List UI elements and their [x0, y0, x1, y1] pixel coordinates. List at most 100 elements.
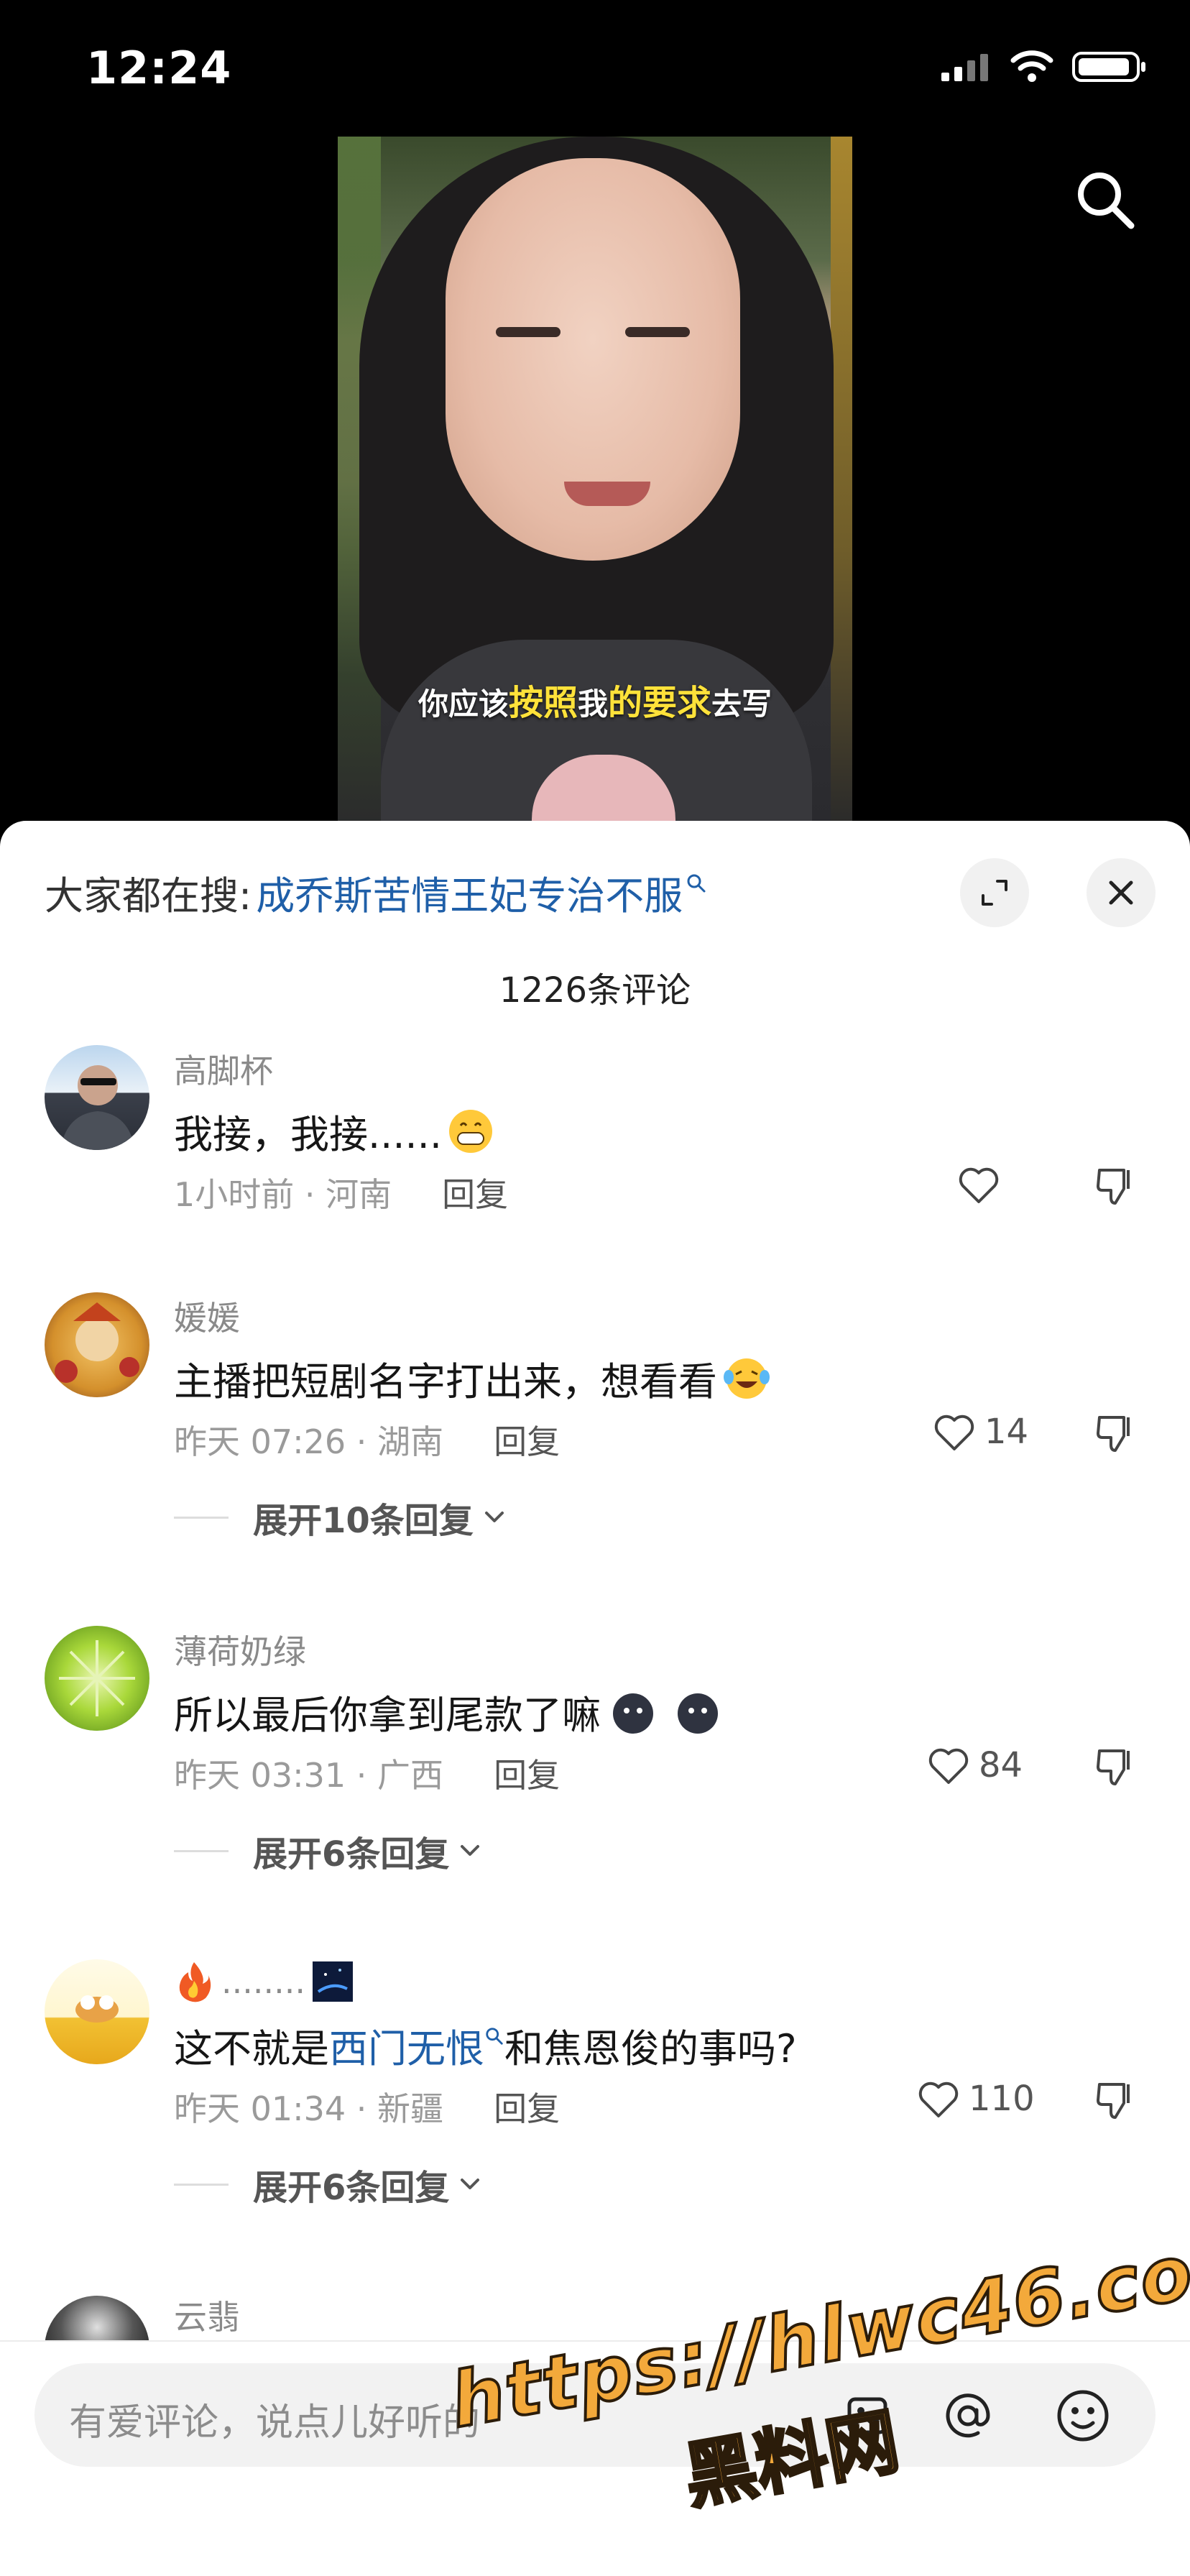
- comment-time-location: 昨天 03:31 · 广西: [174, 1756, 444, 1795]
- avatar-image: [55, 1302, 139, 1383]
- comment-time-location: 昨天 01:34 · 新疆: [174, 2089, 444, 2128]
- comment-username[interactable]: 高脚杯: [174, 1045, 273, 1092]
- video-person-eye: [625, 327, 690, 337]
- comment-username[interactable]: 云翡: [174, 2291, 240, 2339]
- comment-text: 主播把短剧名字打出来，想看看: [174, 1350, 770, 1407]
- video-subtitle: 你应该按照我的要求去写: [338, 674, 852, 724]
- trending-link[interactable]: 成乔斯苦情王妃专治不服: [256, 864, 683, 921]
- avatar-image: [60, 1065, 135, 1150]
- comment-username[interactable]: 媛媛: [174, 1292, 240, 1340]
- mention-button[interactable]: [937, 2385, 999, 2447]
- comment-input-placeholder: 有爱评论，说点儿好听的: [69, 2401, 481, 2444]
- smiley-icon: [1057, 2390, 1109, 2442]
- comment-time-location: 昨天 07:26 · 湖南: [174, 1422, 444, 1461]
- heart-icon: [918, 2082, 959, 2117]
- heart-icon: [934, 1414, 974, 1450]
- grin-emoji-icon: [449, 1109, 492, 1153]
- subtitle-highlight: 的要求: [608, 683, 712, 723]
- comment-text-content: 我接，我接......: [174, 1112, 442, 1157]
- subtitle-highlight: 按照: [508, 683, 578, 723]
- reply-button[interactable]: 回复: [494, 1416, 560, 1463]
- reply-button[interactable]: 回复: [494, 1749, 560, 1797]
- space-badge-icon: [312, 1961, 353, 2002]
- comment-text-content: 所以最后你拿到尾款了嘛: [174, 1693, 601, 1738]
- expand-replies-label: 展开10条回复: [253, 1501, 474, 1541]
- emoji-button[interactable]: [1052, 2385, 1114, 2447]
- dark-blob-emoji-icon: [678, 1693, 718, 1734]
- cellular-signal-icon: [941, 54, 988, 81]
- trending-label: 大家都在搜:: [45, 873, 252, 919]
- status-time: 12:24: [86, 42, 232, 94]
- video-person-face: [446, 158, 740, 561]
- comment-text: 所以最后你拿到尾款了嘛: [174, 1683, 723, 1740]
- close-button[interactable]: [1087, 858, 1156, 927]
- like-button[interactable]: 14: [933, 1412, 1028, 1452]
- dislike-icon[interactable]: [1094, 1745, 1137, 1788]
- like-count: 84: [979, 1745, 1023, 1785]
- comment-username-row[interactable]: ........: [174, 1959, 354, 2004]
- like-count: 110: [969, 2079, 1035, 2119]
- status-bar: 12:24: [0, 0, 1190, 137]
- expand-replies-button[interactable]: 展开6条回复: [174, 1826, 481, 1876]
- search-icon[interactable]: [1071, 165, 1140, 234]
- like-count: 14: [984, 1412, 1029, 1452]
- heart-icon: [928, 1748, 969, 1784]
- avatar[interactable]: [45, 1959, 149, 2064]
- reply-button[interactable]: 回复: [442, 1169, 508, 1216]
- dislike-icon[interactable]: [1094, 1164, 1137, 1208]
- comment-username[interactable]: 薄荷奶绿: [174, 1626, 306, 1673]
- heart-icon: [959, 1167, 999, 1203]
- comment-username: ........: [221, 1962, 305, 2001]
- dislike-icon[interactable]: [1094, 2079, 1137, 2122]
- avatar[interactable]: [45, 1292, 149, 1397]
- expand-icon: [982, 880, 1007, 906]
- expand-replies-button[interactable]: 展开10条回复: [174, 1492, 505, 1542]
- expand-replies-button[interactable]: 展开6条回复: [174, 2159, 481, 2209]
- like-button[interactable]: 110: [917, 2079, 1035, 2119]
- wifi-icon: [1010, 50, 1053, 82]
- comment-text: 这不就是 西门无恨 和焦恩俊的事吗?: [174, 2017, 797, 2074]
- chevron-down-icon: [461, 1845, 480, 1856]
- comment-count: 1226条评论: [499, 970, 691, 1011]
- small-search-icon: [687, 874, 706, 892]
- dark-blob-emoji-icon: [613, 1693, 653, 1734]
- divider: [174, 2183, 229, 2186]
- expand-button[interactable]: [960, 858, 1029, 927]
- subtitle-part: 去写: [711, 686, 772, 722]
- reply-button[interactable]: 回复: [494, 2083, 560, 2130]
- chevron-down-icon: [484, 1512, 504, 1522]
- comment-text-content: 主播把短剧名字打出来，想看看: [174, 1359, 717, 1404]
- trending-search[interactable]: 大家都在搜: 成乔斯苦情王妃专治不服: [45, 864, 707, 921]
- comment-meta: 昨天 01:34 · 新疆 回复: [174, 2083, 560, 2130]
- dislike-icon[interactable]: [1094, 1412, 1137, 1455]
- avatar[interactable]: [45, 1045, 149, 1150]
- laugh-cry-emoji-icon: [724, 1358, 770, 1399]
- comment-text-content: 和焦恩俊的事吗?: [504, 2026, 797, 2071]
- comment-time-location: 1小时前 · 河南: [174, 1175, 392, 1214]
- like-button[interactable]: 84: [927, 1745, 1023, 1785]
- video-person-eye: [496, 327, 561, 337]
- comment-meta: 昨天 03:31 · 广西 回复: [174, 1749, 560, 1797]
- fire-icon: [179, 1962, 211, 2002]
- comment-meta: 昨天 07:26 · 湖南 回复: [174, 1416, 560, 1463]
- video-player[interactable]: 你应该按照我的要求去写: [338, 137, 852, 827]
- subtitle-part: 我: [577, 686, 608, 722]
- battery-icon: [1072, 52, 1145, 82]
- comment-meta: 1小时前 · 河南 回复: [174, 1169, 508, 1216]
- close-icon: [1109, 880, 1133, 905]
- subtitle-part: 你应该: [418, 686, 509, 722]
- avatar[interactable]: [45, 1626, 149, 1731]
- avatar-image: [59, 1640, 135, 1716]
- at-mention-icon: [946, 2393, 990, 2438]
- comment-search-link[interactable]: 西门无恨: [329, 2017, 484, 2074]
- small-search-icon: [486, 2027, 503, 2045]
- chevron-down-icon: [461, 2179, 480, 2189]
- status-icons: [941, 50, 1147, 83]
- like-button[interactable]: [957, 1164, 1000, 1205]
- comment-text: 我接，我接......: [174, 1103, 494, 1159]
- comment-text-content: 这不就是: [174, 2026, 329, 2071]
- avatar-image: [75, 1995, 119, 2023]
- expand-replies-label: 展开6条回复: [253, 1834, 450, 1874]
- video-person-mouth: [564, 482, 650, 506]
- divider: [174, 1516, 229, 1519]
